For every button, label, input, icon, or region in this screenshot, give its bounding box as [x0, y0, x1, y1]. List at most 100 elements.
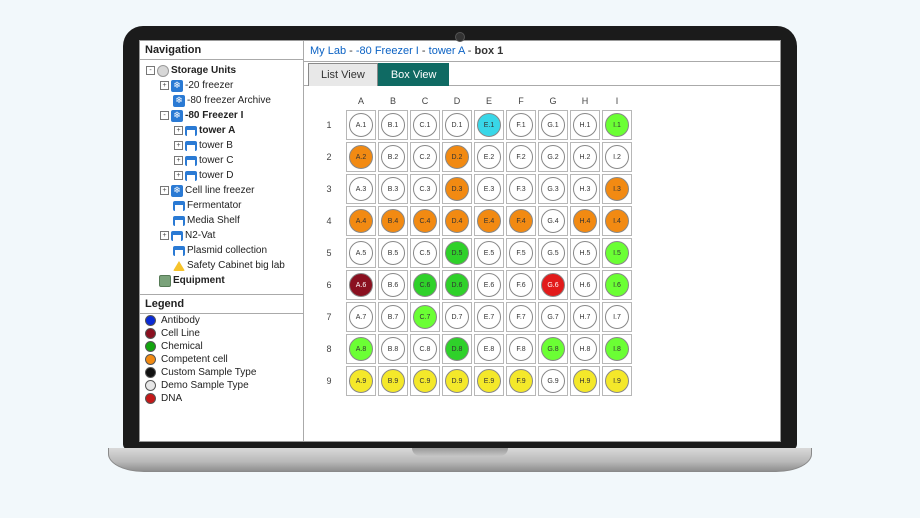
box-cell[interactable]: E.3 [474, 174, 504, 204]
sample-well[interactable]: H.1 [573, 113, 597, 137]
box-cell[interactable]: G.1 [538, 110, 568, 140]
box-cell[interactable]: D.4 [442, 206, 472, 236]
tree-node[interactable]: Safety Cabinet big lab [142, 258, 301, 273]
box-cell[interactable]: E.9 [474, 366, 504, 396]
crumb-freezer[interactable]: -80 Freezer I [356, 45, 419, 57]
sample-well[interactable]: E.9 [477, 369, 501, 393]
box-cell[interactable]: A.4 [346, 206, 376, 236]
sample-well[interactable]: H.3 [573, 177, 597, 201]
box-cell[interactable]: F.1 [506, 110, 536, 140]
box-cell[interactable]: B.4 [378, 206, 408, 236]
box-cell[interactable]: C.8 [410, 334, 440, 364]
sample-well[interactable]: A.2 [349, 145, 373, 169]
sample-well[interactable]: G.9 [541, 369, 565, 393]
tree-node[interactable]: -❄-80 Freezer I [142, 108, 301, 123]
sample-well[interactable]: C.7 [413, 305, 437, 329]
box-cell[interactable]: A.9 [346, 366, 376, 396]
box-cell[interactable]: B.3 [378, 174, 408, 204]
sample-well[interactable]: H.8 [573, 337, 597, 361]
expand-toggle-icon[interactable]: - [160, 111, 169, 120]
expand-toggle-icon[interactable]: + [174, 171, 183, 180]
sample-well[interactable]: B.4 [381, 209, 405, 233]
sample-well[interactable]: E.7 [477, 305, 501, 329]
sample-well[interactable]: G.6 [541, 273, 565, 297]
sample-well[interactable]: F.7 [509, 305, 533, 329]
box-cell[interactable]: F.8 [506, 334, 536, 364]
tree-node[interactable]: +❄-20 freezer [142, 78, 301, 93]
box-cell[interactable]: H.4 [570, 206, 600, 236]
box-cell[interactable]: A.1 [346, 110, 376, 140]
sample-well[interactable]: E.8 [477, 337, 501, 361]
sample-well[interactable]: E.6 [477, 273, 501, 297]
box-cell[interactable]: D.8 [442, 334, 472, 364]
box-cell[interactable]: D.9 [442, 366, 472, 396]
sample-well[interactable]: I.7 [605, 305, 629, 329]
sample-well[interactable]: G.7 [541, 305, 565, 329]
sample-well[interactable]: C.2 [413, 145, 437, 169]
box-cell[interactable]: A.6 [346, 270, 376, 300]
sample-well[interactable]: D.5 [445, 241, 469, 265]
box-cell[interactable]: H.3 [570, 174, 600, 204]
sample-well[interactable]: B.5 [381, 241, 405, 265]
sample-well[interactable]: B.2 [381, 145, 405, 169]
box-cell[interactable]: I.7 [602, 302, 632, 332]
box-cell[interactable]: D.7 [442, 302, 472, 332]
tab-box-view[interactable]: Box View [378, 63, 450, 86]
box-cell[interactable]: D.6 [442, 270, 472, 300]
sample-well[interactable]: A.4 [349, 209, 373, 233]
box-cell[interactable]: I.6 [602, 270, 632, 300]
sample-well[interactable]: H.6 [573, 273, 597, 297]
box-cell[interactable]: B.8 [378, 334, 408, 364]
sample-well[interactable]: B.7 [381, 305, 405, 329]
sample-well[interactable]: F.6 [509, 273, 533, 297]
box-cell[interactable]: I.2 [602, 142, 632, 172]
sample-well[interactable]: B.3 [381, 177, 405, 201]
box-cell[interactable]: F.5 [506, 238, 536, 268]
tree-node[interactable]: +❄Cell line freezer [142, 183, 301, 198]
sample-well[interactable]: F.2 [509, 145, 533, 169]
box-cell[interactable]: E.8 [474, 334, 504, 364]
sample-well[interactable]: G.4 [541, 209, 565, 233]
sample-well[interactable]: B.9 [381, 369, 405, 393]
expand-toggle-icon[interactable]: + [174, 141, 183, 150]
expand-toggle-icon[interactable]: - [146, 66, 155, 75]
tree-node[interactable]: Plasmid collection [142, 243, 301, 258]
sample-well[interactable]: F.1 [509, 113, 533, 137]
box-cell[interactable]: G.7 [538, 302, 568, 332]
box-cell[interactable]: G.5 [538, 238, 568, 268]
expand-toggle-icon[interactable]: + [160, 186, 169, 195]
sample-well[interactable]: F.8 [509, 337, 533, 361]
box-cell[interactable]: H.8 [570, 334, 600, 364]
sample-well[interactable]: E.5 [477, 241, 501, 265]
sample-well[interactable]: D.2 [445, 145, 469, 169]
sample-well[interactable]: E.4 [477, 209, 501, 233]
box-cell[interactable]: I.1 [602, 110, 632, 140]
box-cell[interactable]: C.6 [410, 270, 440, 300]
box-cell[interactable]: A.8 [346, 334, 376, 364]
sample-well[interactable]: A.1 [349, 113, 373, 137]
box-cell[interactable]: I.3 [602, 174, 632, 204]
sample-well[interactable]: F.5 [509, 241, 533, 265]
box-cell[interactable]: B.5 [378, 238, 408, 268]
sample-well[interactable]: G.5 [541, 241, 565, 265]
box-cell[interactable]: B.1 [378, 110, 408, 140]
tab-list-view[interactable]: List View [308, 63, 378, 86]
box-cell[interactable]: E.2 [474, 142, 504, 172]
box-cell[interactable]: H.1 [570, 110, 600, 140]
box-cell[interactable]: E.1 [474, 110, 504, 140]
box-cell[interactable]: F.7 [506, 302, 536, 332]
sample-well[interactable]: H.7 [573, 305, 597, 329]
sample-well[interactable]: G.1 [541, 113, 565, 137]
box-cell[interactable]: C.1 [410, 110, 440, 140]
box-cell[interactable]: H.9 [570, 366, 600, 396]
box-cell[interactable]: G.8 [538, 334, 568, 364]
sample-well[interactable]: D.7 [445, 305, 469, 329]
expand-toggle-icon[interactable]: + [174, 156, 183, 165]
sample-well[interactable]: I.9 [605, 369, 629, 393]
box-cell[interactable]: E.6 [474, 270, 504, 300]
box-cell[interactable]: F.4 [506, 206, 536, 236]
box-cell[interactable]: G.9 [538, 366, 568, 396]
box-cell[interactable]: D.1 [442, 110, 472, 140]
box-cell[interactable]: F.2 [506, 142, 536, 172]
box-cell[interactable]: H.7 [570, 302, 600, 332]
